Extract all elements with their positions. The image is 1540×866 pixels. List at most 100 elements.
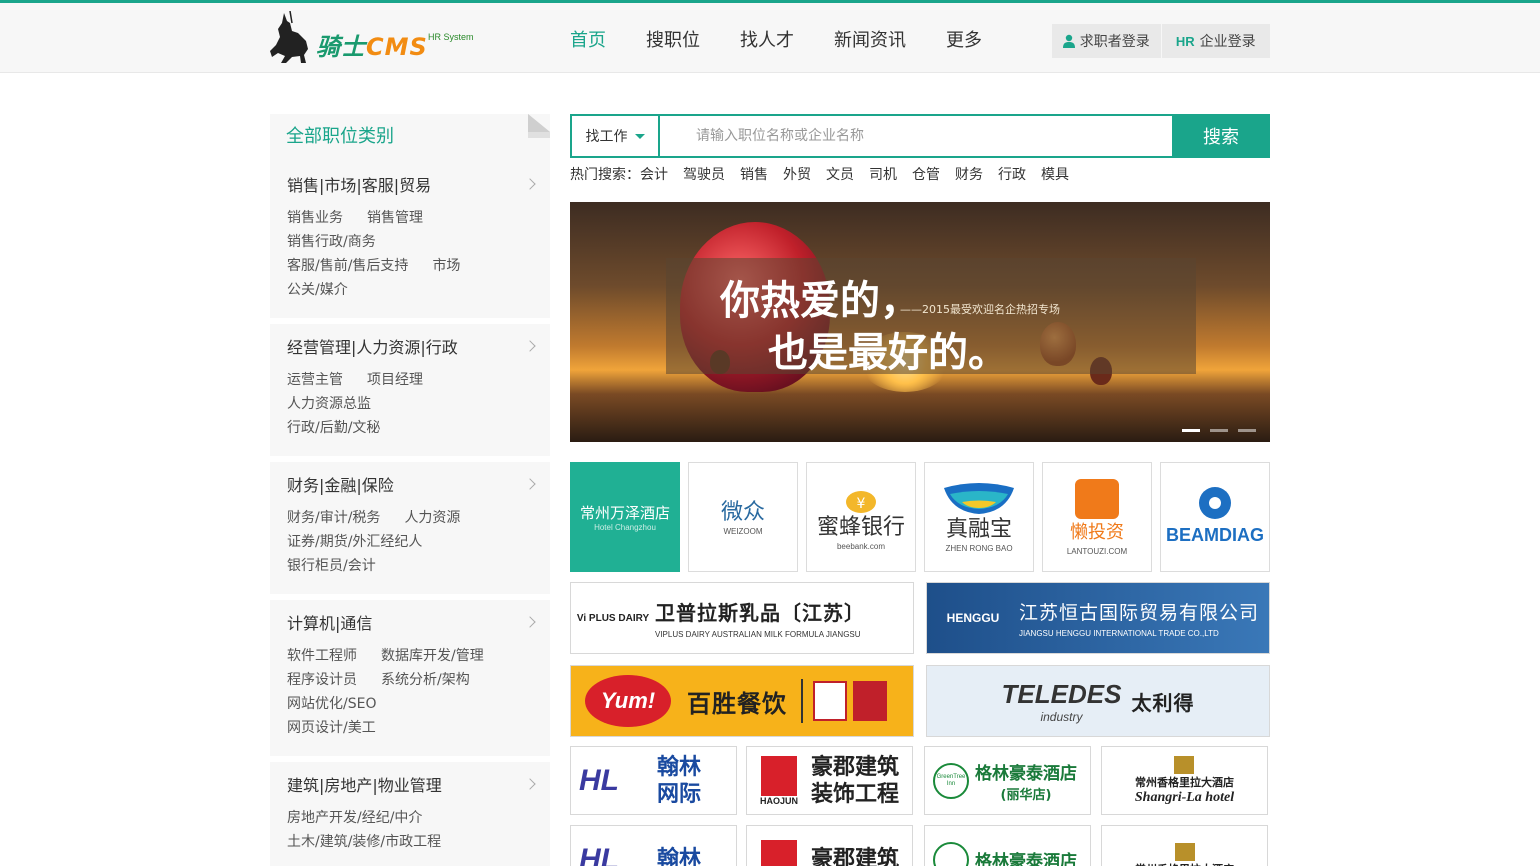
seeker-login-label: 求职者登录 <box>1079 34 1150 50</box>
company-logo-row: 常州万泽酒店 Hotel Changzhou 微众 WEIZOOM ¥ 蜜蜂银行… <box>570 462 1278 572</box>
carousel-dot[interactable] <box>1210 429 1228 432</box>
company-small-tile[interactable]: HL 翰林 网际 <box>570 746 737 815</box>
search-button[interactable]: 搜索 <box>1172 114 1270 158</box>
job-link[interactable]: 运营主管 <box>287 372 343 388</box>
search-bar: 找工作 搜索 <box>570 114 1270 158</box>
company-small-tile[interactable]: HAOJUN 豪郡建筑 装饰工程 <box>746 746 913 815</box>
company-tile[interactable]: BEAMDIAG <box>1160 462 1270 572</box>
company-tile[interactable]: 常州万泽酒店 Hotel Changzhou <box>570 462 680 572</box>
nav-more[interactable]: 更多 <box>926 6 1002 76</box>
company-tile[interactable]: ¥ 蜜蜂银行 beebank.com <box>806 462 916 572</box>
nav-search-jobs[interactable]: 搜职位 <box>626 6 720 76</box>
company-name: 百胜餐饮 <box>687 689 787 718</box>
job-link[interactable]: 网页设计/美工 <box>287 720 376 736</box>
company-name: 常州香格里拉大酒店 <box>1134 775 1234 789</box>
job-link[interactable]: 销售业务 <box>287 210 343 226</box>
company-small-tile[interactable]: 豪郡建筑 <box>746 825 913 866</box>
hot-keyword[interactable]: 文员 <box>826 167 854 183</box>
company-name: 江苏恒古国际贸易有限公司 <box>1019 602 1260 624</box>
hanlin-mark: HL <box>579 842 619 866</box>
company-small-tile[interactable]: GreenTree Inn 格林豪泰酒店 (丽华店) <box>924 746 1091 815</box>
seeker-login-button[interactable]: 求职者登录 <box>1052 24 1161 58</box>
category-line: 软件工程师 数据库开发/管理 <box>287 644 534 668</box>
job-link[interactable]: 房地产开发/经纪/中介 <box>287 810 422 826</box>
job-link[interactable]: 销售管理 <box>367 210 423 226</box>
company-name: 格林豪泰酒店 <box>975 852 1077 866</box>
job-link[interactable]: 软件工程师 <box>287 648 357 664</box>
nav-find-talent[interactable]: 找人才 <box>720 6 814 76</box>
hot-keyword[interactable]: 行政 <box>998 167 1026 183</box>
company-en-name: WEIZOOM <box>723 526 763 536</box>
category-finance: 财务|金融|保险 财务/审计/税务 人力资源 证券/期货/外汇经纪人 银行柜员/会… <box>270 462 550 600</box>
job-link[interactable]: 网站优化/SEO <box>287 696 376 712</box>
category-line: 运营主管 项目经理 <box>287 368 534 392</box>
job-link[interactable]: 证券/期货/外汇经纪人 <box>287 534 422 550</box>
nav-home[interactable]: 首页 <box>550 6 626 76</box>
company-tile[interactable]: 微众 WEIZOOM <box>688 462 798 572</box>
category-title[interactable]: 销售|市场|客服|贸易 <box>287 174 534 198</box>
carousel-dot[interactable] <box>1238 429 1256 432</box>
hot-keyword[interactable]: 仓管 <box>912 167 940 183</box>
category-line: 销售业务 销售管理 <box>287 206 534 230</box>
company-small-tile[interactable]: 常州香格里拉大酒店 Shangri-La hotel <box>1101 746 1268 815</box>
hanlin-mark: HL <box>579 763 619 797</box>
category-line: 财务/审计/税务 人力资源 <box>287 506 534 530</box>
job-link[interactable]: 公关/媒介 <box>287 282 348 298</box>
lantouzi-icon <box>1075 478 1119 519</box>
haojun-mark: HAOJUN <box>759 795 798 806</box>
hot-keyword[interactable]: 司机 <box>869 167 897 183</box>
job-link[interactable]: 银行柜员/会计 <box>287 558 376 574</box>
zhenrongbao-icon <box>944 482 1014 514</box>
category-line: 网站优化/SEO <box>287 692 534 716</box>
hot-keyword[interactable]: 会计 <box>640 167 668 183</box>
hot-keyword[interactable]: 模具 <box>1041 167 1069 183</box>
sidebar-title[interactable]: 全部职位类别 <box>286 126 394 147</box>
job-link[interactable]: 财务/审计/税务 <box>287 510 380 526</box>
company-tile[interactable]: 懒投资 LANTOUZI.COM <box>1042 462 1152 572</box>
company-name: 翰林 <box>657 847 702 866</box>
job-link[interactable]: 人力资源 <box>404 510 460 526</box>
company-banner[interactable]: HENGGU 江苏恒古国际贸易有限公司 JIANGSU HENGGU INTER… <box>926 582 1270 654</box>
company-small-tile[interactable]: 格林豪泰酒店 <box>924 825 1091 866</box>
company-login-button[interactable]: HR 企业登录 <box>1160 24 1271 58</box>
job-link[interactable]: 市场 <box>432 258 460 274</box>
greentree-icon: GreenTree Inn <box>933 762 969 799</box>
job-link[interactable]: 系统分析/架构 <box>381 672 470 688</box>
main-nav: 首页 搜职位 找人才 新闻资讯 更多 <box>550 6 1002 76</box>
carousel-dot[interactable] <box>1182 429 1200 432</box>
hot-keyword[interactable]: 驾驶员 <box>683 167 725 183</box>
category-line: 银行柜员/会计 <box>287 554 534 578</box>
company-banner[interactable]: TELEDES industry 太利得 <box>926 665 1270 737</box>
company-tile[interactable]: 真融宝 ZHEN RONG BAO <box>924 462 1034 572</box>
henggu-mark: HENGGU <box>946 611 1000 625</box>
company-small-tile[interactable]: 常州香格里拉大酒店 <box>1101 825 1268 866</box>
job-link[interactable]: 土木/建筑/装修/市政工程 <box>287 834 441 850</box>
job-link[interactable]: 行政/后勤/文秘 <box>287 420 380 436</box>
company-banner[interactable]: Vi PLUS DAIRY 卫普拉斯乳品〔江苏〕 VIPLUS DAIRY AU… <box>570 582 914 654</box>
job-link[interactable]: 项目经理 <box>367 372 423 388</box>
category-title[interactable]: 经营管理|人力资源|行政 <box>287 336 534 360</box>
hot-keyword[interactable]: 外贸 <box>783 167 811 183</box>
job-link[interactable]: 程序设计员 <box>287 672 357 688</box>
category-title[interactable]: 建筑|房地产|物业管理 <box>287 774 534 798</box>
nav-news[interactable]: 新闻资讯 <box>814 6 926 76</box>
search-type-select[interactable]: 找工作 <box>572 116 660 156</box>
hot-keyword[interactable]: 财务 <box>955 167 983 183</box>
hot-keyword[interactable]: 销售 <box>740 167 768 183</box>
company-small-tile[interactable]: HL 翰林 <box>570 825 737 866</box>
job-link[interactable]: 销售行政/商务 <box>287 234 376 250</box>
site-logo[interactable]: 骑士CMS HR System <box>268 11 478 67</box>
company-name: 蜜蜂银行 <box>816 514 905 540</box>
category-title[interactable]: 财务|金融|保险 <box>287 474 534 498</box>
category-line: 网页设计/美工 <box>287 716 534 740</box>
hero-banner[interactable]: 你热爱的， ——2015最受欢迎名企热招专场 也是最好的。 <box>570 202 1270 442</box>
job-link[interactable]: 客服/售前/售后支持 <box>287 258 408 274</box>
search-input[interactable] <box>660 116 1172 156</box>
company-banner[interactable]: Yum! 百胜餐饮 <box>570 665 914 737</box>
logo-wordmark: 骑士CMS <box>316 33 428 61</box>
hr-icon: HR <box>1175 33 1195 49</box>
category-title[interactable]: 计算机|通信 <box>287 612 534 636</box>
job-link[interactable]: 人力资源总监 <box>287 396 371 412</box>
job-link[interactable]: 数据库开发/管理 <box>381 648 484 664</box>
company-en-name: Shangri-La hotel <box>1134 789 1235 805</box>
